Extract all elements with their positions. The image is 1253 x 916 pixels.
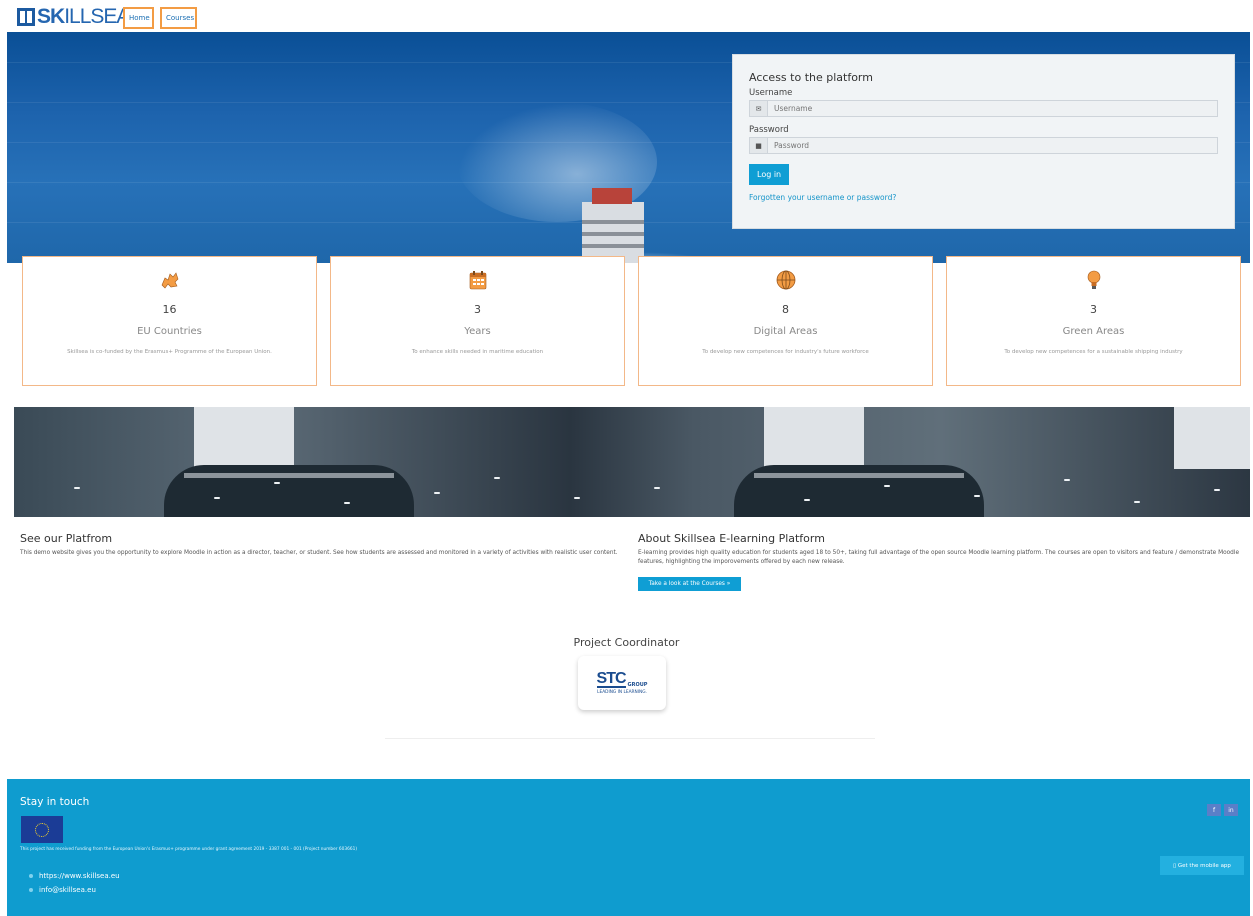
top-navbar: SKILLSEA Home Courses (0, 0, 1253, 32)
stat-number: 3 (474, 303, 481, 316)
website-link[interactable]: https://www.skillsea.eu (29, 872, 120, 880)
logo-mark-icon (17, 8, 35, 26)
stc-group-logo[interactable]: STC GROUP LEADING IN LEARNING. (578, 656, 666, 710)
email-link[interactable]: info@skillsea.eu (29, 886, 96, 894)
stat-description: Skillsea is co-funded by the Erasmus+ Pr… (67, 349, 272, 355)
username-label: Username (749, 88, 793, 98)
envelope-icon: ✉ (750, 101, 768, 116)
view-courses-button[interactable]: Take a look at the Courses » (638, 577, 741, 591)
stat-title: Green Areas (1062, 326, 1125, 337)
ship-banner-image (14, 407, 1250, 517)
forgot-password-link[interactable]: Forgotten your username or password? (749, 193, 1218, 202)
coordinator-title: Project Coordinator (573, 636, 680, 649)
envelope-icon (29, 888, 33, 892)
lightbulb-icon (1087, 270, 1100, 289)
nav-courses-button[interactable]: Courses (160, 7, 197, 29)
username-input[interactable] (768, 104, 1217, 113)
stat-number: 8 (782, 303, 789, 316)
stat-card-years: 3 Years To enhance skills needed in mari… (330, 256, 625, 386)
globe-icon (776, 270, 795, 290)
eu-flag-icon (21, 816, 63, 843)
stat-title: Digital Areas (753, 326, 818, 337)
about-text: E-learning provides high quality educati… (638, 550, 1240, 565)
lock-icon: ■ (750, 138, 768, 153)
password-input[interactable] (768, 141, 1217, 150)
calendar-icon (469, 271, 486, 290)
logo-text: SKILLSEA (37, 5, 130, 28)
stat-description: To develop new competences for industry'… (702, 349, 869, 355)
about-title: About Skillsea E-learning Platform (638, 532, 825, 545)
nav-home-button[interactable]: Home (123, 7, 154, 29)
footer: Stay in touch This project has received … (7, 779, 1250, 916)
footer-title: Stay in touch (20, 796, 90, 808)
stat-description: To develop new competences for a sustain… (1004, 349, 1183, 355)
login-title: Access to the platform (749, 71, 873, 84)
funding-notice: This project has received funding from t… (20, 847, 358, 852)
stat-title: EU Countries (137, 326, 202, 337)
skillsea-logo[interactable]: SKILLSEA (17, 5, 130, 28)
password-label: Password (749, 125, 789, 135)
password-field[interactable]: ■ (749, 137, 1218, 154)
facebook-icon[interactable]: f (1207, 804, 1221, 816)
stat-description: To enhance skills needed in maritime edu… (411, 349, 544, 355)
stat-card-green: 3 Green Areas To develop new competences… (946, 256, 1241, 386)
europe-map-icon (161, 272, 178, 289)
stat-number: 16 (162, 303, 177, 316)
stat-card-countries: 16 EU Countries Skillsea is co-funded by… (22, 256, 317, 386)
stat-card-digital: 8 Digital Areas To develop new competenc… (638, 256, 933, 386)
ship-image (582, 188, 644, 263)
stat-number: 3 (1090, 303, 1097, 316)
login-panel: Access to the platform Username ✉ Passwo… (732, 54, 1235, 229)
platform-text: This demo website gives you the opportun… (20, 550, 618, 556)
username-field[interactable]: ✉ (749, 100, 1218, 117)
divider (385, 738, 875, 739)
login-button[interactable]: Log in (749, 164, 790, 185)
mobile-app-button[interactable]: ▯ Get the mobile app (1160, 856, 1244, 875)
globe-icon (29, 874, 33, 878)
stat-title: Years (464, 326, 491, 337)
linkedin-icon[interactable]: in (1224, 804, 1238, 816)
platform-title: See our Platfrom (20, 532, 113, 545)
